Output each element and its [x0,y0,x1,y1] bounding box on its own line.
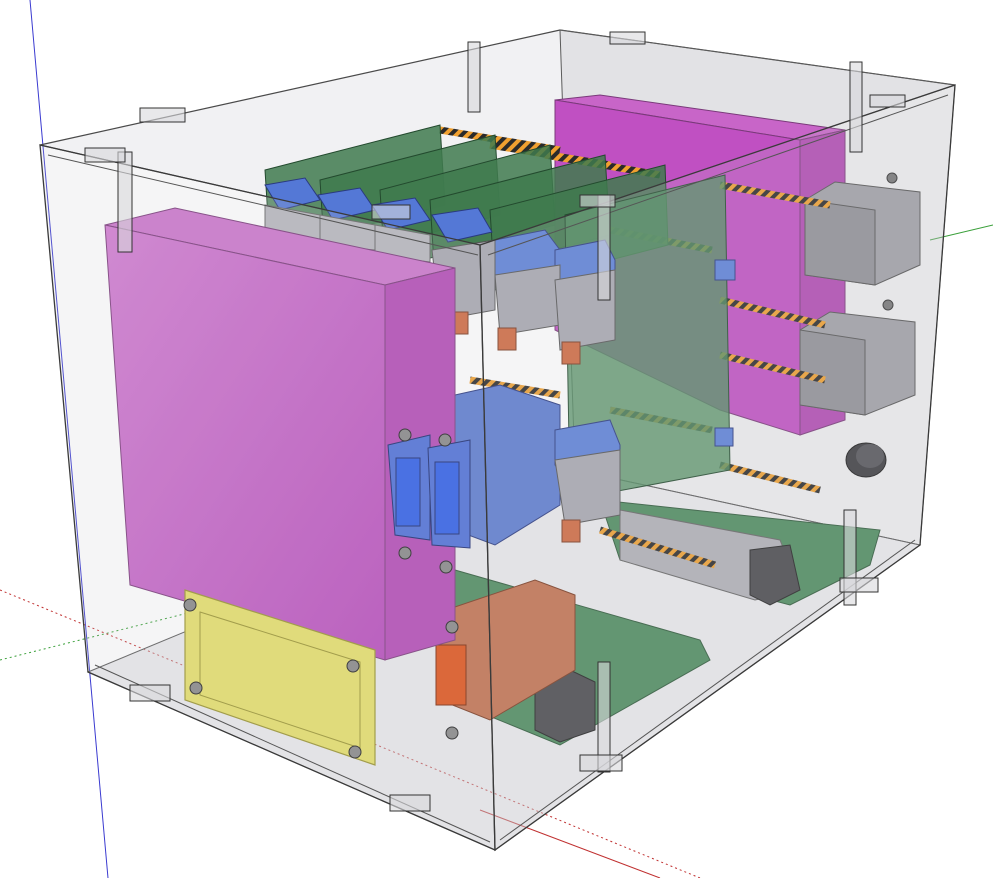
clip [467,41,481,113]
enclosure-3d-scene [0,0,993,878]
enclosure-front-face [39,144,496,852]
modeling-viewport[interactable] [0,0,993,878]
clip [849,61,863,153]
clip [117,151,133,253]
clip [597,194,611,301]
